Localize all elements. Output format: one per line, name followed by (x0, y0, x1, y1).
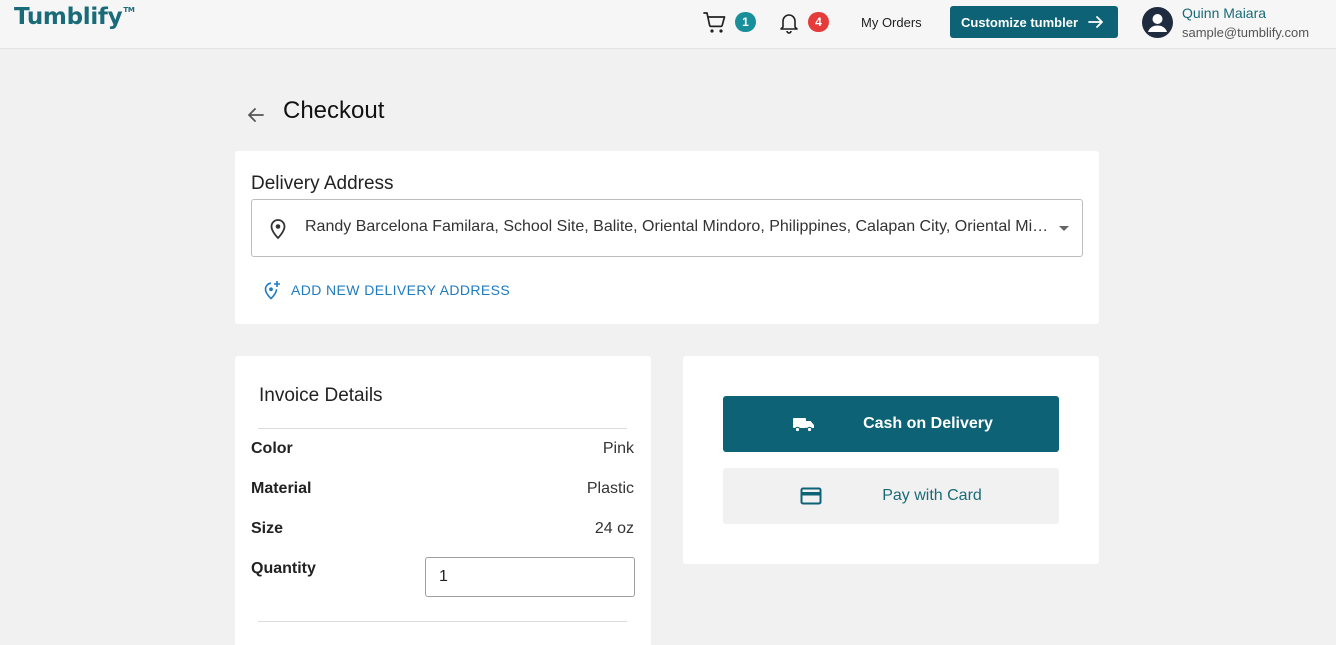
invoice-details-heading: Invoice Details (259, 385, 383, 406)
arrow-left-icon (248, 108, 264, 122)
invoice-row-label: Size (251, 520, 284, 537)
invoice-details-card: Invoice Details Color Pink Material Plas… (235, 356, 651, 645)
delivery-address-card: Delivery Address Randy Barcelona Familar… (235, 151, 1099, 324)
logo-text: Tumblify (14, 4, 123, 30)
account-circle-icon[interactable] (1142, 7, 1173, 38)
cart-button[interactable]: 1 (703, 10, 759, 36)
add-location-icon (264, 281, 280, 300)
pay-with-card-label: Pay with Card (882, 487, 982, 504)
notifications-button[interactable]: 4 (777, 10, 835, 36)
customize-tumbler-label: Customize tumbler (961, 14, 1079, 30)
cash-on-delivery-button[interactable]: Cash on Delivery (723, 396, 1059, 452)
cart-count-badge: 1 (735, 12, 756, 32)
invoice-divider-bottom (258, 621, 627, 622)
quantity-input[interactable] (425, 557, 635, 597)
add-new-delivery-address-label: ADD NEW DELIVERY ADDRESS (291, 282, 511, 298)
invoice-row-label: Color (251, 440, 293, 457)
invoice-divider-top (258, 428, 627, 429)
add-new-delivery-address-button[interactable]: ADD NEW DELIVERY ADDRESS (262, 280, 510, 300)
delivery-address-select[interactable]: Randy Barcelona Familara, School Site, B… (251, 199, 1083, 257)
delivery-address-heading: Delivery Address (251, 173, 394, 194)
notification-count-badge: 4 (808, 12, 829, 32)
customize-tumbler-button[interactable]: Customize tumbler (950, 6, 1118, 38)
top-navigation-bar: TumblifyTM 1 4 My Orders Customize tumbl… (0, 0, 1336, 49)
invoice-row-value: Pink (602, 440, 634, 457)
location-pin-icon (270, 219, 286, 240)
brand-logo[interactable]: TumblifyTM (14, 4, 135, 30)
invoice-row-label: Material (251, 480, 312, 497)
shopping-cart-icon (703, 12, 726, 33)
payment-method-card: Cash on Delivery Pay with Card (683, 356, 1099, 564)
pay-with-card-button[interactable]: Pay with Card (723, 468, 1059, 524)
page-title: Checkout (283, 97, 385, 124)
user-name[interactable]: Quinn Maiara (1182, 5, 1266, 21)
quantity-label: Quantity (251, 560, 316, 577)
arrow-right-icon (1088, 16, 1103, 28)
selected-address-value: Randy Barcelona Familara, School Site, B… (305, 218, 1053, 235)
invoice-row-value: 24 oz (594, 520, 634, 537)
back-button[interactable] (245, 104, 267, 126)
cash-on-delivery-label: Cash on Delivery (863, 415, 993, 432)
bell-icon (780, 14, 798, 34)
invoice-row-value: Plastic (586, 480, 634, 497)
my-orders-link[interactable]: My Orders (861, 15, 922, 30)
caret-down-icon (1059, 226, 1069, 231)
user-email: sample@tumblify.com (1182, 25, 1310, 40)
logo-trademark: TM (123, 6, 135, 14)
